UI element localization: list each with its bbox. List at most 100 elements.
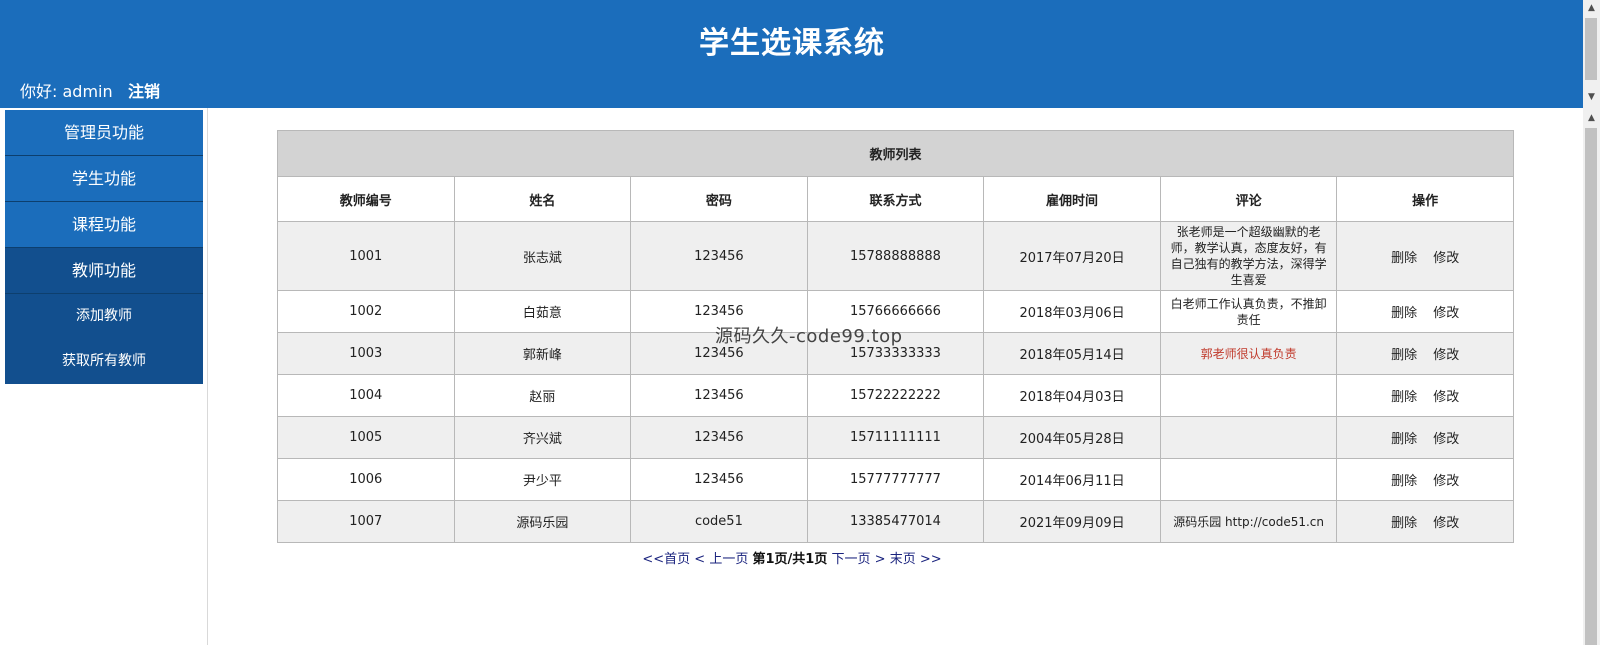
cell-password: 123456 xyxy=(630,458,808,501)
column-header-id: 教师编号 xyxy=(277,176,455,222)
pager-next-arrow: > xyxy=(874,552,886,567)
page-scrollbar[interactable]: ▲ ▼ ▲ xyxy=(1583,0,1600,645)
scroll-thumb-lower[interactable] xyxy=(1585,128,1597,645)
edit-button[interactable]: 修改 xyxy=(1433,348,1459,363)
table-caption: 教师列表 xyxy=(277,130,1514,177)
table-row: 1006 尹少平 123456 15777777777 2014年06月11日 … xyxy=(277,458,1514,501)
watermark-text: 源码久久-code99.top xyxy=(715,326,903,347)
pager-last-link[interactable]: 末页 xyxy=(890,552,916,567)
pager-current: 第1页/共1页 xyxy=(752,552,828,567)
cell-phone: 15777777777 xyxy=(806,458,985,501)
cell-id: 1001 xyxy=(277,221,455,291)
cell-name: 郭新峰 xyxy=(453,332,632,375)
pager-prev-link[interactable]: 上一页 xyxy=(709,552,748,567)
cell-hire-date: 2018年04月03日 xyxy=(983,374,1161,417)
cell-name: 齐兴斌 xyxy=(453,416,632,459)
scroll-down-icon[interactable]: ▼ xyxy=(1583,89,1600,106)
pager-prev-arrow: < xyxy=(694,552,706,567)
cell-hire-date: 2014年06月11日 xyxy=(983,458,1161,501)
cell-hire-date: 2018年03月06日 xyxy=(983,290,1161,333)
app-header: 学生选课系统 你好: admin 注销 xyxy=(0,0,1584,108)
scroll-up-icon-lower[interactable]: ▲ xyxy=(1583,110,1600,127)
cell-name: 赵丽 xyxy=(453,374,632,417)
sidebar-item-teacher[interactable]: 教师功能 xyxy=(5,248,203,294)
cell-name: 尹少平 xyxy=(453,458,632,501)
cell-name: 白茹意 xyxy=(453,290,632,333)
cell-id: 1004 xyxy=(277,374,455,417)
pagination: <<首页 < 上一页 第1页/共1页 下一页 > 末页 >> xyxy=(0,548,1584,567)
pager-next-link[interactable]: 下一页 xyxy=(831,552,870,567)
cell-id: 1002 xyxy=(277,290,455,333)
edit-button[interactable]: 修改 xyxy=(1433,251,1459,266)
cell-comment: 源码乐园 http://code51.cn xyxy=(1159,500,1338,543)
sidebar-item-student[interactable]: 学生功能 xyxy=(5,156,203,202)
cell-password: 123456 xyxy=(630,416,808,459)
cell-actions: 删除 修改 xyxy=(1336,374,1514,417)
cell-comment: 张老师是一个超级幽默的老师，教学认真，态度友好，有自己独有的教学方法，深得学生喜… xyxy=(1159,221,1338,291)
table-header-row: 教师编号 姓名 密码 联系方式 雇佣时间 评论 操作 xyxy=(277,176,1514,222)
delete-button[interactable]: 删除 xyxy=(1391,390,1417,405)
table-row: 1005 齐兴斌 123456 15711111111 2004年05月28日 … xyxy=(277,416,1514,459)
table-row: 1001 张志斌 123456 15788888888 2017年07月20日 … xyxy=(277,221,1514,291)
logout-link[interactable]: 注销 xyxy=(128,78,160,102)
column-header-password: 密码 xyxy=(630,176,808,222)
greeting-text: 你好: admin xyxy=(20,82,113,101)
cell-phone: 13385477014 xyxy=(806,500,985,543)
cell-actions: 删除 修改 xyxy=(1336,290,1514,333)
delete-button[interactable]: 删除 xyxy=(1391,516,1417,531)
cell-phone: 15711111111 xyxy=(806,416,985,459)
delete-button[interactable]: 删除 xyxy=(1391,474,1417,489)
cell-actions: 删除 修改 xyxy=(1336,416,1514,459)
delete-button[interactable]: 删除 xyxy=(1391,348,1417,363)
cell-comment xyxy=(1159,416,1338,459)
edit-button[interactable]: 修改 xyxy=(1433,474,1459,489)
cell-actions: 删除 修改 xyxy=(1336,221,1514,291)
column-header-phone: 联系方式 xyxy=(806,176,985,222)
cell-hire-date: 2004年05月28日 xyxy=(983,416,1161,459)
cell-actions: 删除 修改 xyxy=(1336,332,1514,375)
cell-hire-date: 2017年07月20日 xyxy=(983,221,1161,291)
cell-name: 张志斌 xyxy=(453,221,632,291)
delete-button[interactable]: 删除 xyxy=(1391,306,1417,321)
table-row: 1004 赵丽 123456 15722222222 2018年04月03日 删… xyxy=(277,374,1514,417)
sidebar-item-admin[interactable]: 管理员功能 xyxy=(5,110,203,156)
delete-button[interactable]: 删除 xyxy=(1391,251,1417,266)
sidebar-subitem-all-teachers[interactable]: 获取所有教师 xyxy=(5,339,203,384)
cell-password: 123456 xyxy=(630,221,808,291)
column-header-comment: 评论 xyxy=(1159,176,1338,222)
pager-last-arrow: >> xyxy=(919,552,942,567)
cell-actions: 删除 修改 xyxy=(1336,500,1514,543)
column-header-hire-date: 雇佣时间 xyxy=(983,176,1161,222)
cell-phone: 15722222222 xyxy=(806,374,985,417)
edit-button[interactable]: 修改 xyxy=(1433,306,1459,321)
edit-button[interactable]: 修改 xyxy=(1433,432,1459,447)
edit-button[interactable]: 修改 xyxy=(1433,516,1459,531)
cell-id: 1007 xyxy=(277,500,455,543)
pager-first-link[interactable]: <<首页 xyxy=(642,552,690,567)
sidebar-item-course[interactable]: 课程功能 xyxy=(5,202,203,248)
column-header-actions: 操作 xyxy=(1336,176,1514,222)
sidebar: 管理员功能 学生功能 课程功能 教师功能 添加教师 获取所有教师 xyxy=(5,110,203,384)
cell-comment xyxy=(1159,458,1338,501)
page-title: 学生选课系统 xyxy=(699,26,885,61)
cell-comment: 郭老师很认真负责 xyxy=(1159,332,1338,375)
cell-phone: 15788888888 xyxy=(806,221,985,291)
cell-hire-date: 2021年09月09日 xyxy=(983,500,1161,543)
sidebar-subitem-add-teacher[interactable]: 添加教师 xyxy=(5,294,203,339)
table-row: 1007 源码乐园 code51 13385477014 2021年09月09日… xyxy=(277,500,1514,543)
scroll-thumb-upper[interactable] xyxy=(1585,18,1597,80)
cell-actions: 删除 修改 xyxy=(1336,458,1514,501)
cell-id: 1006 xyxy=(277,458,455,501)
cell-hire-date: 2018年05月14日 xyxy=(983,332,1161,375)
cell-comment xyxy=(1159,374,1338,417)
cell-password: code51 xyxy=(630,500,808,543)
scroll-up-icon[interactable]: ▲ xyxy=(1583,0,1600,17)
delete-button[interactable]: 删除 xyxy=(1391,432,1417,447)
column-header-name: 姓名 xyxy=(453,176,632,222)
edit-button[interactable]: 修改 xyxy=(1433,390,1459,405)
cell-comment: 白老师工作认真负责，不推卸责任 xyxy=(1159,290,1338,333)
cell-id: 1003 xyxy=(277,332,455,375)
cell-password: 123456 xyxy=(630,374,808,417)
cell-name: 源码乐园 xyxy=(453,500,632,543)
cell-id: 1005 xyxy=(277,416,455,459)
